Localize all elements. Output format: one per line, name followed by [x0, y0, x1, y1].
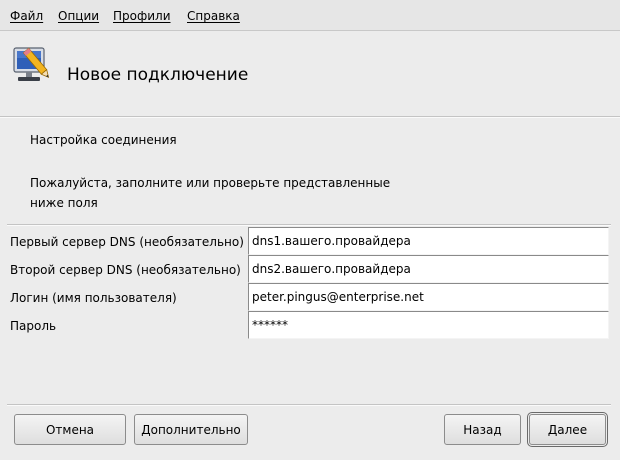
monitor-pencil-icon: [13, 47, 50, 81]
advanced-button[interactable]: Дополнительно: [134, 414, 248, 445]
menu-file[interactable]: Файл: [10, 9, 43, 23]
login-input[interactable]: [248, 283, 609, 311]
dns2-label: Второй сервер DNS (необязательно): [10, 263, 241, 277]
menu-bar: Файл Опции Профили Справка: [0, 0, 620, 31]
button-bar-divider: [7, 404, 611, 406]
login-label: Логин (имя пользователя): [10, 291, 177, 305]
menu-options[interactable]: Опции: [58, 9, 99, 23]
section-title: Настройка соединения: [30, 133, 177, 147]
menu-help[interactable]: Справка: [187, 9, 240, 23]
dns1-label: Первый сервер DNS (необязательно): [10, 235, 244, 249]
menu-profiles[interactable]: Профили: [113, 9, 171, 23]
next-button[interactable]: Далее: [527, 412, 608, 447]
password-input[interactable]: [248, 311, 609, 339]
header-divider: [0, 116, 620, 118]
wizard-header: Новое подключение: [0, 32, 620, 116]
back-button[interactable]: Назад: [444, 414, 521, 445]
page-title: Новое подключение: [67, 65, 249, 85]
form-divider: [7, 224, 611, 226]
dns1-input[interactable]: [248, 227, 609, 255]
password-label: Пароль: [10, 319, 57, 333]
dns2-input[interactable]: [248, 255, 609, 283]
instruction-text: Пожалуйста, заполните или проверьте пред…: [30, 176, 391, 210]
cancel-button[interactable]: Отмена: [14, 414, 126, 445]
